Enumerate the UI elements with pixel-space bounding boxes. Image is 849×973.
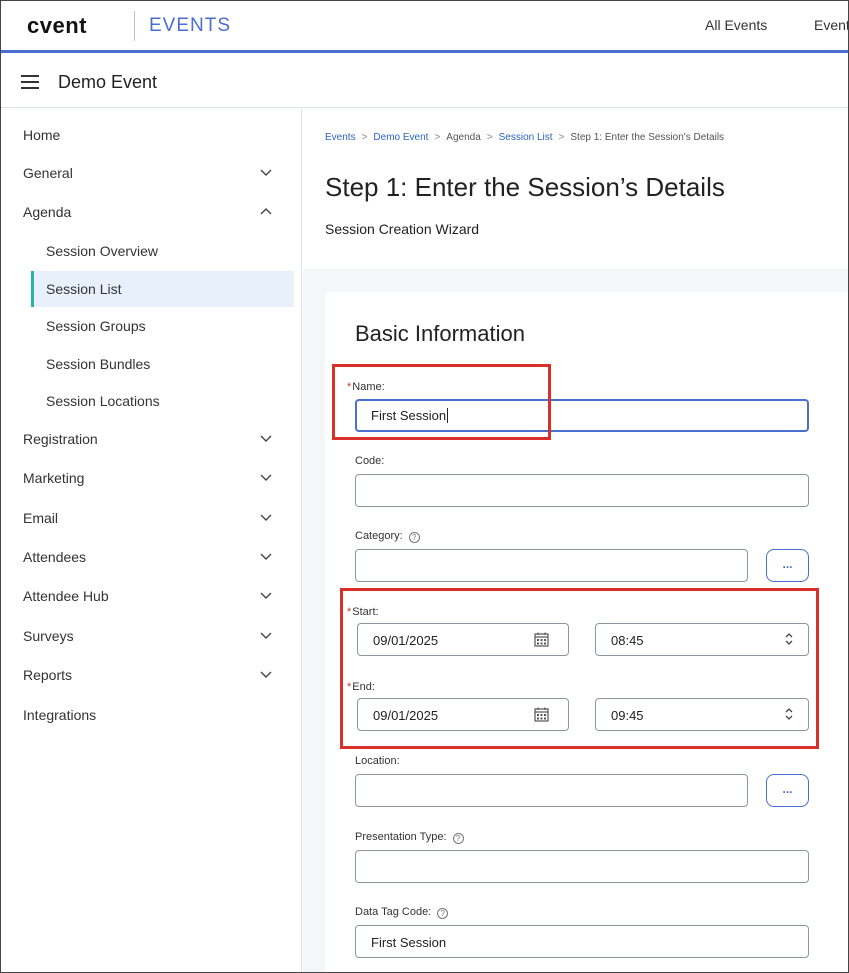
chevron-down-icon [260,474,272,481]
sidebar-item-marketing[interactable]: Marketing [1,460,302,496]
breadcrumb-session-list[interactable]: Session List [499,132,553,143]
breadcrumb: Events > Demo Event > Agenda > Session List > St… [325,132,725,143]
page-header: Events > Demo Event > Agenda > Session List > St… [303,109,848,269]
main-content: Events > Demo Event > Agenda > Session List > St… [303,109,848,972]
sidebar-item-attendees[interactable]: Attendees [1,539,302,575]
sidebar-item-integrations[interactable]: Integrations [1,697,302,733]
sidebar-item-label: Email [23,510,59,526]
chevron-down-icon [260,671,272,678]
sidebar-item-registration[interactable]: Registration [1,421,302,457]
location-browse-button[interactable]: ... [766,774,809,807]
sidebar-item-label: Agenda [23,204,72,220]
sidebar-item-label: Attendee Hub [23,588,109,604]
sidebar-item-attendee-hub[interactable]: Attendee Hub [1,578,302,614]
cvent-logo[interactable]: cvent [27,13,87,39]
sidebar-item-label: Registration [23,431,98,447]
sidebar-subitem-session-bundles[interactable]: Session Bundles [31,346,294,382]
page-title: Step 1: Enter the Session’s Details [325,172,725,202]
sidebar-subitem-label: Session Groups [46,318,146,334]
sidebar-subitem-label: Session List [46,281,122,297]
sidebar-subitem-session-locations[interactable]: Session Locations [31,383,294,419]
sidebar-item-label: Reports [23,667,73,683]
sidebar-item-surveys[interactable]: Surveys [1,618,302,654]
hamburger-menu-icon[interactable] [21,75,39,89]
chevron-down-icon [260,632,272,639]
breadcrumb-agenda: Agenda [446,132,481,143]
sidebar-item-home[interactable]: Home [1,117,302,153]
location-input[interactable] [355,774,748,807]
sidebar-subitem-session-groups[interactable]: Session Groups [31,308,294,344]
app-frame: cvent EVENTS All Events Events Demo Even… [0,0,849,973]
datetime-highlight-box [340,588,819,749]
chevron-down-icon [260,592,272,599]
code-input[interactable] [355,474,809,507]
top-bar: cvent EVENTS All Events Events [1,1,848,53]
breadcrumb-demo-event[interactable]: Demo Event [373,132,428,143]
sidebar-item-email[interactable]: Email [1,500,302,536]
page-subtitle: Session Creation Wizard [325,221,480,237]
sidebar-subitem-label: Session Overview [46,243,159,259]
sidebar-item-label: Marketing [23,470,85,486]
section-title: Basic Information [355,321,525,346]
breadcrumb-events[interactable]: Events [325,132,356,143]
code-label: Code: [355,455,385,467]
logo-divider [134,11,135,41]
sidebar-subitem-label: Session Bundles [46,356,151,372]
chevron-down-icon [260,553,272,560]
help-icon[interactable]: ? [452,833,464,844]
sidebar-item-label: Home [23,127,61,143]
help-icon[interactable]: ? [437,908,449,919]
help-icon[interactable]: ? [408,532,420,543]
chevron-down-icon [260,169,272,176]
presentation-type-input[interactable] [355,850,809,883]
product-name: EVENTS [149,15,232,36]
name-highlight-box [332,364,551,440]
sidebar-subitem-label: Session Locations [46,393,160,409]
sidebar-subitem-session-list[interactable]: Session List [31,271,294,307]
chevron-down-icon [260,435,272,442]
category-browse-button[interactable]: ... [766,549,809,582]
sidebar: Home General Agenda Session Overview Ses… [1,109,302,972]
sidebar-item-label: Attendees [23,549,87,565]
breadcrumb-current: Step 1: Enter the Session's Details [570,132,725,143]
sidebar-item-reports[interactable]: Reports [1,657,302,693]
nav-all-events[interactable]: All Events [705,17,767,33]
nav-events[interactable]: Events [814,17,848,33]
sidebar-item-general[interactable]: General [1,155,302,191]
sidebar-item-agenda[interactable]: Agenda [1,194,302,230]
data-tag-code-value: First Session [371,935,447,950]
category-label: Category:? [355,530,420,543]
sidebar-item-label: General [23,165,73,181]
event-name: Demo Event [58,72,158,92]
chevron-down-icon [260,514,272,521]
sidebar-item-label: Integrations [23,707,97,723]
data-tag-code-label: Data Tag Code:? [355,906,449,919]
location-label: Location: [355,755,400,767]
sidebar-subitem-session-overview[interactable]: Session Overview [31,233,294,269]
presentation-type-label: Presentation Type:? [355,831,464,844]
event-bar: Demo Event [1,56,848,108]
sidebar-item-label: Surveys [23,628,74,644]
chevron-up-icon [260,208,272,215]
category-input[interactable] [355,549,748,582]
